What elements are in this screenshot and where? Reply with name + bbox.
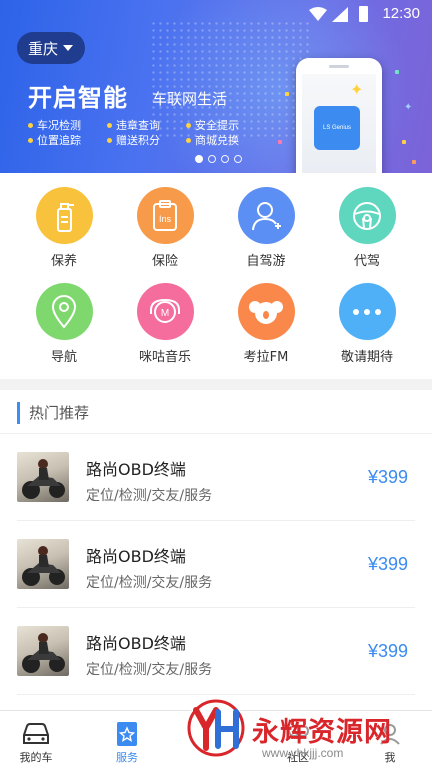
product-price: ¥399 bbox=[367, 641, 408, 661]
product-name: 路尚OBD终端 bbox=[86, 634, 186, 653]
confetti bbox=[278, 140, 282, 144]
car-icon bbox=[6, 719, 66, 749]
confetti bbox=[412, 160, 416, 164]
service-label: 导航 bbox=[50, 350, 77, 365]
service-star-icon bbox=[97, 719, 157, 749]
tab-my-car[interactable]: 我的车 bbox=[6, 719, 66, 765]
svg-text:Ins: Ins bbox=[159, 214, 172, 224]
city-name: 重庆 bbox=[28, 39, 59, 58]
promo-banner[interactable]: 12:30 重庆 开启智能 车联网生活 车况检测 违章查询 安全提示 位置追踪 … bbox=[0, 0, 432, 173]
watermark-text: 永辉资源网 bbox=[252, 717, 392, 748]
koala-fm-icon bbox=[237, 283, 295, 340]
more-dots-icon bbox=[338, 283, 396, 340]
designated-driver-wheel-icon bbox=[338, 187, 396, 244]
caret-down-icon bbox=[63, 45, 74, 51]
product-description: 定位/检测/交友/服务 bbox=[86, 575, 213, 591]
service-label: 咪咕音乐 bbox=[138, 350, 191, 365]
pager-dot[interactable] bbox=[208, 155, 216, 163]
service-navigation[interactable]: 导航 bbox=[14, 283, 114, 365]
service-label: 敬请期待 bbox=[340, 350, 393, 365]
migu-music-icon: M bbox=[136, 283, 194, 340]
self-drive-person-icon bbox=[237, 187, 295, 244]
banner-pager bbox=[195, 155, 242, 163]
product-name: 路尚OBD终端 bbox=[86, 460, 186, 479]
service-self-drive[interactable]: 自驾游 bbox=[216, 187, 316, 269]
service-koala-fm[interactable]: 考拉FM bbox=[216, 283, 316, 365]
pager-dot[interactable] bbox=[234, 155, 242, 163]
product-list-item[interactable]: 路尚OBD终端 定位/检测/交友/服务 ¥399 bbox=[0, 608, 432, 695]
service-maintenance[interactable]: 保养 bbox=[14, 187, 114, 269]
service-label: 考拉FM bbox=[243, 350, 289, 365]
product-list-item[interactable]: 路尚OBD终端 定位/检测/交友/服务 ¥399 bbox=[0, 521, 432, 608]
service-label: 保险 bbox=[151, 254, 178, 269]
pager-dot[interactable] bbox=[221, 155, 229, 163]
city-selector-button[interactable]: 重庆 bbox=[17, 32, 86, 64]
service-label: 保养 bbox=[50, 254, 77, 269]
product-thumbnail bbox=[17, 626, 69, 676]
maintenance-bottle-icon bbox=[35, 187, 93, 244]
service-coming-soon[interactable]: 敬请期待 bbox=[317, 283, 417, 365]
product-list-item[interactable]: 路尚OBD终端 定位/检测/交友/服务 ¥399 bbox=[0, 434, 432, 521]
product-name: 路尚OBD终端 bbox=[86, 547, 186, 566]
cellular-signal-icon bbox=[332, 7, 348, 22]
service-designated-driver[interactable]: 代驾 bbox=[317, 187, 417, 269]
tab-service[interactable]: 服务 bbox=[97, 719, 157, 765]
status-bar: 12:30 bbox=[0, 0, 432, 30]
banner-subheadline: 车联网生活 bbox=[152, 90, 228, 108]
tab-label: 服务 bbox=[116, 751, 138, 764]
wifi-icon bbox=[309, 7, 327, 21]
battery-icon bbox=[359, 6, 368, 22]
service-migu-music[interactable]: M 咪咕音乐 bbox=[115, 283, 215, 365]
sparkle-icon: ✦ bbox=[404, 102, 413, 113]
product-thumbnail bbox=[17, 539, 69, 589]
pager-dot[interactable] bbox=[195, 155, 203, 163]
banner-feature: 车况检测 bbox=[28, 117, 81, 133]
banner-feature: 安全提示 bbox=[186, 117, 239, 133]
product-thumbnail bbox=[17, 452, 69, 502]
insurance-ins-icon: Ins bbox=[136, 187, 194, 244]
banner-feature: 位置追踪 bbox=[28, 132, 81, 148]
product-description: 定位/检测/交友/服务 bbox=[86, 488, 213, 504]
confetti bbox=[395, 70, 399, 74]
product-price: ¥399 bbox=[367, 554, 408, 574]
obd-device-illustration: LS Genius bbox=[314, 106, 360, 150]
banner-feature: 赠送积分 bbox=[107, 132, 160, 148]
product-price: ¥399 bbox=[367, 467, 408, 487]
product-description: 定位/检测/交友/服务 bbox=[86, 662, 213, 678]
section-title: 热门推荐 bbox=[17, 402, 89, 424]
confetti bbox=[402, 140, 406, 144]
banner-feature: 商城兑换 bbox=[186, 132, 239, 148]
hot-recommendations: 热门推荐 路尚OBD终端 定位/检测/交友/服务 ¥399 路尚OBD终端 定位… bbox=[0, 390, 432, 710]
service-insurance[interactable]: Ins 保险 bbox=[115, 187, 215, 269]
navigation-pin-icon bbox=[35, 283, 93, 340]
banner-headline: 开启智能 bbox=[28, 84, 128, 112]
confetti bbox=[285, 92, 289, 96]
service-label: 代驾 bbox=[353, 254, 380, 269]
service-grid: 保养 Ins 保险 自驾游 代驾 导航 M 咪咕音乐 考拉FM 敬请期待 bbox=[0, 173, 432, 379]
sparkle-icon: ✦ bbox=[350, 80, 364, 99]
phone-illustration: LS Genius bbox=[296, 58, 382, 173]
service-label: 自驾游 bbox=[246, 254, 286, 269]
tab-label: 我的车 bbox=[19, 751, 53, 764]
banner-feature: 违章查询 bbox=[107, 117, 160, 133]
status-time: 12:30 bbox=[382, 5, 420, 22]
watermark-url: www.yhkjjj.com bbox=[262, 746, 344, 760]
svg-text:M: M bbox=[161, 308, 169, 319]
